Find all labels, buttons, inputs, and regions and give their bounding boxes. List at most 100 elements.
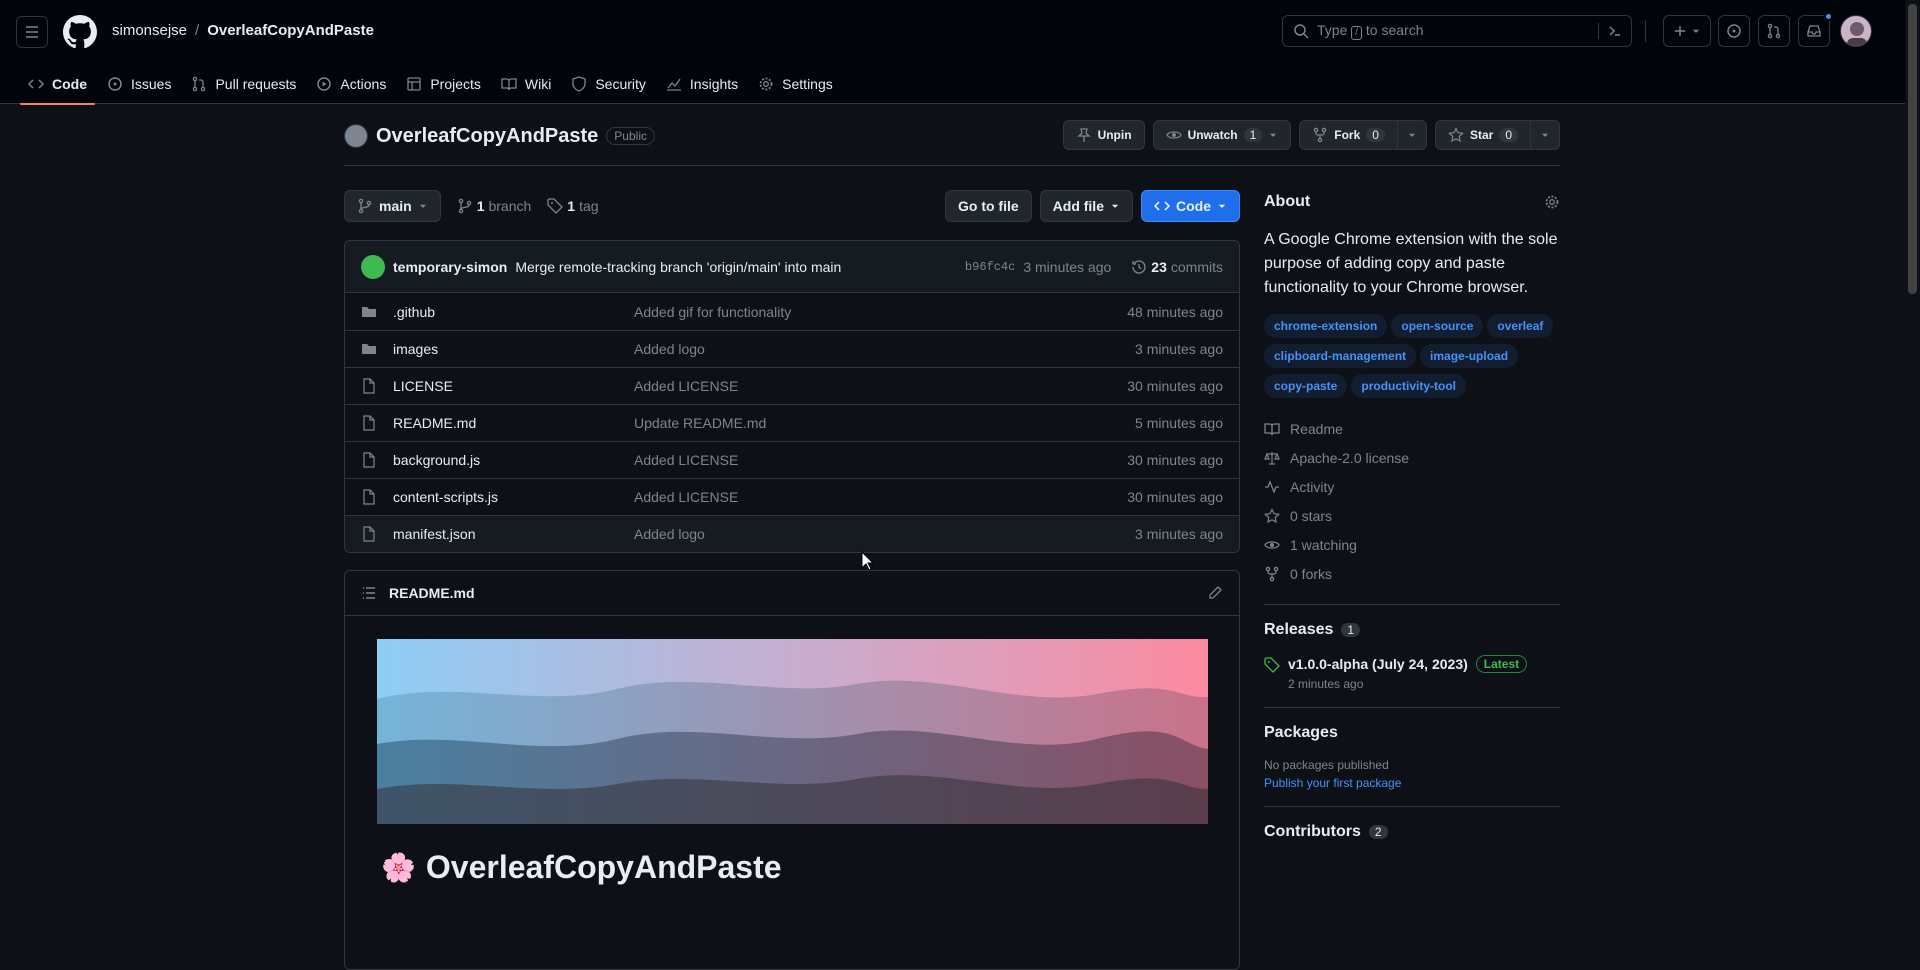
- fork-icon: [1265, 566, 1279, 581]
- file-commit-message[interactable]: Update README.md: [634, 415, 1135, 431]
- commit-hash[interactable]: b96fc4c: [965, 260, 1015, 274]
- create-new-button[interactable]: [1663, 15, 1711, 47]
- star-icon: [1448, 127, 1464, 143]
- file-commit-message[interactable]: Added logo: [634, 526, 1135, 542]
- add-file-button[interactable]: Add file: [1039, 190, 1133, 222]
- file-name[interactable]: LICENSE: [377, 378, 634, 394]
- user-avatar[interactable]: [1840, 15, 1872, 47]
- topic-tag[interactable]: open-source: [1391, 314, 1484, 338]
- file-row[interactable]: images Added logo 3 minutes ago: [345, 330, 1239, 367]
- tab-actions[interactable]: Actions: [308, 64, 394, 104]
- file-name[interactable]: manifest.json: [377, 526, 634, 542]
- tab-issues[interactable]: Issues: [99, 64, 179, 104]
- pull-requests-button[interactable]: [1758, 15, 1790, 47]
- commits-link[interactable]: 23 commits: [1131, 259, 1223, 275]
- readme-link[interactable]: Readme: [1264, 414, 1560, 443]
- tab-settings[interactable]: Settings: [750, 64, 841, 104]
- tab-code[interactable]: Code: [20, 64, 95, 105]
- list-icon[interactable]: [361, 585, 377, 601]
- search-icon: [1294, 24, 1309, 39]
- code-icon: [1154, 201, 1170, 211]
- readme-title: 🌸 OverleafCopyAndPaste: [381, 849, 782, 885]
- commit-message[interactable]: Merge remote-tracking branch 'origin/mai…: [515, 259, 957, 275]
- forks-link[interactable]: 0 forks: [1264, 559, 1560, 588]
- file-commit-message[interactable]: Added gif for functionality: [634, 304, 1127, 320]
- pencil-icon[interactable]: [1207, 585, 1223, 601]
- tab-wiki[interactable]: Wiki: [493, 64, 559, 104]
- tags-link[interactable]: 1 tag: [547, 198, 599, 214]
- topic-tag[interactable]: productivity-tool: [1351, 374, 1467, 398]
- branches-link[interactable]: 1 branch: [457, 198, 531, 214]
- file-name[interactable]: images: [377, 341, 634, 357]
- file-name[interactable]: .github: [377, 304, 634, 320]
- code-button[interactable]: Code: [1141, 190, 1240, 222]
- file-row[interactable]: manifest.json Added logo 3 minutes ago: [345, 515, 1239, 552]
- search-placeholder: Type / to search: [1317, 22, 1424, 40]
- tab-security[interactable]: Security: [563, 64, 654, 104]
- branch-selector[interactable]: main: [344, 190, 441, 222]
- file-name[interactable]: content-scripts.js: [377, 489, 634, 505]
- unwatch-button[interactable]: Unwatch 1: [1152, 120, 1292, 150]
- file-commit-message[interactable]: Added LICENSE: [634, 452, 1127, 468]
- topic-tag[interactable]: chrome-extension: [1264, 314, 1388, 338]
- file-name[interactable]: background.js: [377, 452, 634, 468]
- fork-button[interactable]: Fork 0: [1299, 120, 1398, 150]
- inbox-button[interactable]: [1798, 12, 1833, 47]
- activity-link[interactable]: Activity: [1264, 472, 1560, 501]
- file-row[interactable]: content-scripts.js Added LICENSE 30 minute…: [345, 478, 1239, 515]
- committer-avatar[interactable]: [361, 254, 385, 279]
- pull-request-icon: [1767, 23, 1781, 39]
- file-row[interactable]: background.js Added LICENSE 30 minutes ago: [345, 441, 1239, 478]
- file-row[interactable]: README.md Update README.md 5 minutes ago: [345, 404, 1239, 441]
- file-commit-message[interactable]: Added LICENSE: [634, 378, 1127, 394]
- topic-tag[interactable]: clipboard-management: [1264, 344, 1417, 368]
- commit-author[interactable]: temporary-simon: [393, 259, 507, 275]
- releases-heading[interactable]: Releases: [1264, 621, 1333, 639]
- table-icon: [407, 77, 421, 91]
- file-name[interactable]: README.md: [377, 415, 634, 431]
- watching-link[interactable]: 1 watching: [1264, 530, 1560, 559]
- topic-tag[interactable]: image-upload: [1420, 344, 1519, 368]
- unpin-button[interactable]: Unpin: [1062, 120, 1145, 150]
- star-button[interactable]: Star 0: [1434, 120, 1531, 150]
- about-sidebar: About A Google Chrome extension with the…: [1264, 190, 1560, 841]
- page-scrollbar[interactable]: [1905, 0, 1920, 937]
- owner-avatar[interactable]: [344, 124, 368, 148]
- divider: [1264, 707, 1560, 708]
- latest-badge: Latest: [1475, 655, 1528, 673]
- github-logo-icon[interactable]: [63, 15, 97, 49]
- repo-name[interactable]: OverleafCopyAndPaste: [376, 125, 598, 148]
- scrollbar-thumb[interactable]: [1908, 4, 1917, 294]
- issues-button[interactable]: [1718, 15, 1750, 47]
- header-divider: [1645, 20, 1646, 42]
- command-palette-icon[interactable]: [1598, 23, 1623, 39]
- fork-dropdown-button[interactable]: [1397, 120, 1427, 150]
- search-input[interactable]: Type / to search: [1282, 15, 1632, 47]
- file-commit-message[interactable]: Added LICENSE: [634, 489, 1127, 505]
- release-tag[interactable]: v1.0.0-alpha (July 24, 2023): [1288, 656, 1468, 672]
- file-row[interactable]: .github Added gif for functionality 48 min…: [345, 293, 1239, 330]
- tab-projects[interactable]: Projects: [398, 64, 489, 104]
- breadcrumb-repo[interactable]: OverleafCopyAndPaste: [207, 22, 374, 39]
- readme-header: README.md: [345, 571, 1239, 616]
- star-dropdown-button[interactable]: [1531, 120, 1560, 150]
- go-to-file-button[interactable]: Go to file: [944, 190, 1032, 222]
- topic-tag[interactable]: overleaf: [1487, 314, 1554, 338]
- file-commit-message[interactable]: Added logo: [634, 341, 1135, 357]
- stars-link[interactable]: 0 stars: [1264, 501, 1560, 530]
- file-time: 3 minutes ago: [1135, 526, 1223, 542]
- hamburger-menu-button[interactable]: [16, 16, 48, 48]
- topics-list: chrome-extension open-source overleaf clipb…: [1264, 314, 1560, 404]
- gear-icon[interactable]: [1544, 194, 1560, 210]
- packages-heading[interactable]: Packages: [1264, 724, 1560, 742]
- topic-tag[interactable]: copy-paste: [1264, 374, 1348, 398]
- tab-pull-requests[interactable]: Pull requests: [183, 64, 304, 104]
- publish-package-link[interactable]: Publish your first package: [1264, 776, 1560, 790]
- contributors-heading[interactable]: Contributors: [1264, 823, 1361, 841]
- file-row[interactable]: LICENSE Added LICENSE 30 minutes ago: [345, 367, 1239, 404]
- license-link[interactable]: Apache-2.0 license: [1264, 443, 1560, 472]
- tab-insights[interactable]: Insights: [658, 64, 746, 104]
- file-time: 30 minutes ago: [1127, 489, 1223, 505]
- breadcrumb-owner[interactable]: simonsejse: [112, 22, 187, 39]
- file-time: 3 minutes ago: [1135, 341, 1223, 357]
